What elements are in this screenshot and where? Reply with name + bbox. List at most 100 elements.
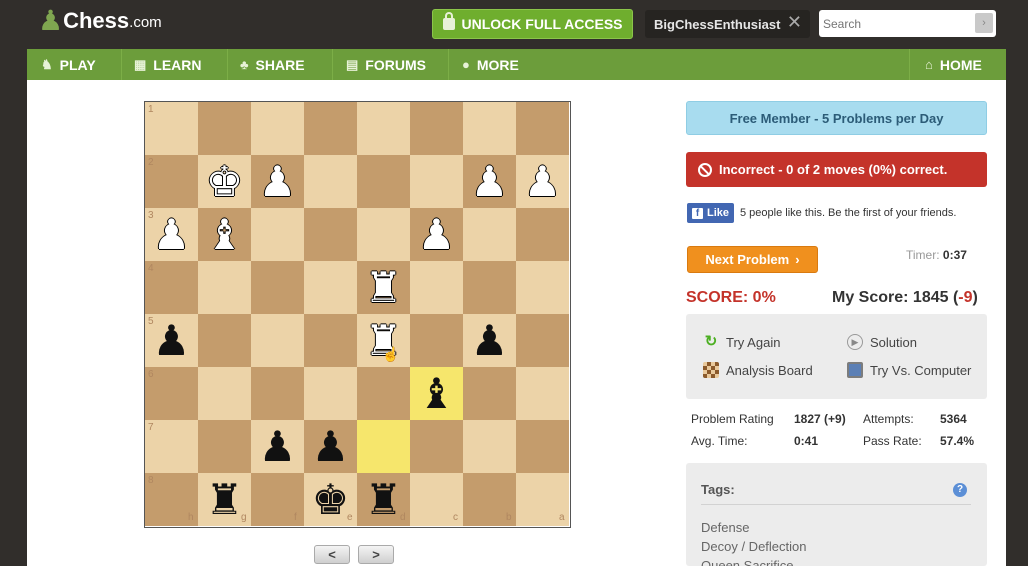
board-square-b7[interactable]: [463, 420, 516, 473]
timer-value: 0:37: [942, 248, 967, 262]
computer-icon: [847, 362, 863, 378]
board-square-f4[interactable]: [251, 261, 304, 314]
search-input[interactable]: [823, 11, 973, 36]
nav-divider: [121, 49, 122, 80]
nav-play[interactable]: ♞ PLAY: [41, 49, 96, 80]
rank-label: 6: [148, 369, 154, 380]
chess-piece-c6[interactable]: ♝: [410, 367, 463, 420]
board-square-f3[interactable]: [251, 208, 304, 261]
board-square-c4[interactable]: [410, 261, 463, 314]
board-square-c1[interactable]: [410, 102, 463, 155]
chess-piece-d4[interactable]: ♜: [357, 261, 410, 314]
unlock-full-access-button[interactable]: UNLOCK FULL ACCESS: [432, 9, 633, 39]
file-label: a: [559, 512, 565, 523]
my-score-close: ): [972, 289, 978, 306]
file-label: h: [188, 512, 194, 523]
close-icon[interactable]: ✕: [787, 12, 802, 33]
board-square-a3[interactable]: [516, 208, 569, 261]
board-square-g1[interactable]: [198, 102, 251, 155]
board-square-f6[interactable]: [251, 367, 304, 420]
board-square-d2[interactable]: [357, 155, 410, 208]
board-square-e1[interactable]: [304, 102, 357, 155]
rank-label: 8: [148, 475, 154, 486]
board-square-a4[interactable]: [516, 261, 569, 314]
nav-share[interactable]: ♣ SHARE: [240, 49, 305, 80]
analysis-board-icon: [703, 362, 719, 378]
nav-forums-label: FORUMS: [365, 56, 426, 73]
lock-icon: [442, 12, 455, 30]
nav-learn[interactable]: ▦ LEARN: [134, 49, 202, 80]
nav-forums[interactable]: ▤ FORUMS: [346, 49, 426, 80]
board-square-c7[interactable]: [410, 420, 463, 473]
chess-piece-e8[interactable]: ♚: [304, 473, 357, 526]
board-square-e6[interactable]: [304, 367, 357, 420]
chevron-right-icon: ›: [795, 252, 800, 267]
board-square-d3[interactable]: [357, 208, 410, 261]
help-icon[interactable]: ?: [953, 483, 967, 497]
chess-piece-e7[interactable]: ♟: [304, 420, 357, 473]
hand-cursor-icon: ☝: [382, 346, 400, 362]
nav-divider: [909, 49, 910, 80]
board-square-g4[interactable]: [198, 261, 251, 314]
chess-piece-b2[interactable]: ♟: [463, 155, 516, 208]
chess-piece-h3[interactable]: ♟: [145, 208, 198, 261]
board-square-a6[interactable]: [516, 367, 569, 420]
board-square-e2[interactable]: [304, 155, 357, 208]
next-problem-button[interactable]: Next Problem ›: [687, 246, 818, 273]
like-count-text: 5 people like this. Be the first of your…: [740, 207, 957, 219]
board-square-b3[interactable]: [463, 208, 516, 261]
board-square-a7[interactable]: [516, 420, 569, 473]
board-square-b6[interactable]: [463, 367, 516, 420]
chess-piece-g2[interactable]: ♚: [198, 155, 251, 208]
board-square-d6[interactable]: [357, 367, 410, 420]
chess-board[interactable]: 1 2 3 4 5 6 7 8 h g f e d c b a ♚ ♟ ♟ ♟ ♟ ♝ ♟ ♜ ♜ ♟ ♟ ♝ ♟ ♟ ♜ ♚ ♜: [144, 101, 571, 528]
board-square-d7[interactable]: [357, 420, 410, 473]
board-square-a5[interactable]: [516, 314, 569, 367]
board-square-g5[interactable]: [198, 314, 251, 367]
analysis-board-label: Analysis Board: [726, 362, 813, 378]
search-go-button[interactable]: ›: [975, 13, 993, 33]
tag-item[interactable]: Decoy / Deflection: [701, 539, 807, 554]
chess-piece-f7[interactable]: ♟: [251, 420, 304, 473]
try-vs-computer-button[interactable]: Try Vs. Computer: [847, 362, 971, 378]
board-square-a1[interactable]: [516, 102, 569, 155]
user-menu[interactable]: BigChessEnthusiast ✕: [645, 10, 810, 38]
tags-divider: [701, 504, 971, 505]
analysis-board-button[interactable]: Analysis Board: [703, 362, 813, 378]
chess-piece-g8[interactable]: ♜: [198, 473, 251, 526]
next-move-button[interactable]: >: [358, 545, 394, 564]
board-square-g7[interactable]: [198, 420, 251, 473]
chess-piece-f2[interactable]: ♟: [251, 155, 304, 208]
chess-piece-h5[interactable]: ♟: [145, 314, 198, 367]
tag-item[interactable]: Queen Sacrifice: [701, 558, 794, 566]
nav-more[interactable]: ● MORE: [462, 49, 519, 80]
board-square-e3[interactable]: [304, 208, 357, 261]
board-square-d1[interactable]: [357, 102, 410, 155]
solution-button[interactable]: ▶ Solution: [847, 334, 917, 350]
chess-piece-g3[interactable]: ♝: [198, 208, 251, 261]
board-square-f5[interactable]: [251, 314, 304, 367]
board-square-c2[interactable]: [410, 155, 463, 208]
board-square-b1[interactable]: [463, 102, 516, 155]
board-square-e5[interactable]: [304, 314, 357, 367]
chess-piece-d8[interactable]: ♜: [357, 473, 410, 526]
nav-home[interactable]: ⌂ HOME: [925, 49, 982, 80]
board-square-c5[interactable]: [410, 314, 463, 367]
file-label: b: [506, 512, 512, 523]
board-square-e4[interactable]: [304, 261, 357, 314]
facebook-like-button[interactable]: f Like: [687, 203, 735, 223]
chess-piece-a2[interactable]: ♟: [516, 155, 569, 208]
chess-logo[interactable]: ♟ Chess .com: [38, 6, 162, 36]
board-square-f1[interactable]: [251, 102, 304, 155]
try-again-button[interactable]: ↻ Try Again: [703, 334, 781, 350]
chess-piece-b5[interactable]: ♟: [463, 314, 516, 367]
board-square-b4[interactable]: [463, 261, 516, 314]
tag-item[interactable]: Defense: [701, 520, 749, 535]
membership-banner: Free Member - 5 Problems per Day: [686, 101, 987, 135]
previous-move-button[interactable]: <: [314, 545, 350, 564]
problem-score: SCORE: 0%: [686, 289, 776, 306]
unlock-label: UNLOCK FULL ACCESS: [461, 16, 623, 32]
nav-play-label: PLAY: [59, 56, 96, 73]
board-square-g6[interactable]: [198, 367, 251, 420]
chess-piece-c3[interactable]: ♟: [410, 208, 463, 261]
